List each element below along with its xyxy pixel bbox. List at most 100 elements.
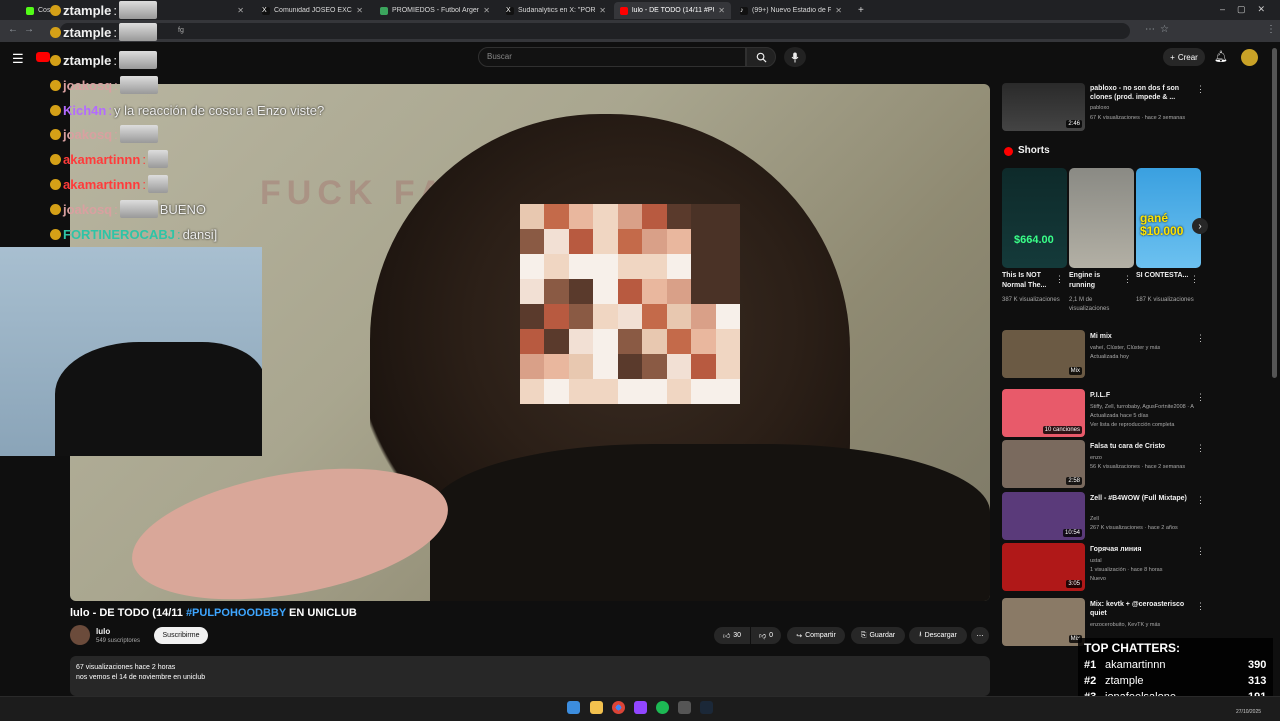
pixel-block <box>715 254 740 279</box>
window-controls[interactable]: –▢✕ <box>1220 4 1277 15</box>
chrome-icon[interactable] <box>612 701 625 714</box>
browser-tab[interactable]: X Sudanalytics en X: "POR FAVOR ✕ <box>500 2 612 19</box>
rec-thumbnail[interactable]: 10 canciones <box>1002 389 1085 437</box>
windows-start-icon[interactable] <box>567 701 580 714</box>
close-icon[interactable]: ✕ <box>237 6 244 15</box>
save-button[interactable]: ⎘ Guardar <box>851 627 905 644</box>
search-icon <box>756 52 767 63</box>
browser-tab-active[interactable]: lulo - DE TODO (14/11 #PU ✕ <box>614 2 731 19</box>
short-menu-icon[interactable]: ⋮ <box>1123 274 1132 285</box>
notifications-bell-icon[interactable]: 🔔︎ <box>1214 50 1228 63</box>
forward-icon[interactable]: → <box>24 24 34 35</box>
close-icon[interactable]: ✕ <box>718 6 725 15</box>
rec-menu-icon[interactable]: ⋮ <box>1196 84 1205 95</box>
hashtag-link[interactable]: #PULPOHOODBBY <box>186 607 286 619</box>
close-icon[interactable]: ✕ <box>483 6 490 15</box>
rec-menu-icon[interactable]: ⋮ <box>1196 546 1205 557</box>
channel-avatar[interactable] <box>70 625 90 645</box>
rec-meta: 267 K visualizaciones · hace 2 años <box>1090 525 1178 531</box>
create-button[interactable]: + Crear <box>1163 48 1205 66</box>
url-bar[interactable]: fg <box>60 23 1130 39</box>
rec-title[interactable]: Zell - #B4WOW (Full Mixtape) <box>1090 494 1196 503</box>
rec-menu-icon[interactable]: ⋮ <box>1196 601 1205 612</box>
pixel-block <box>666 379 692 404</box>
pixel-block <box>715 304 740 329</box>
rec-thumbnail[interactable]: 2:46 <box>1002 83 1085 131</box>
bookmark-star-icon[interactable]: ☆ <box>1160 24 1169 35</box>
chat-badge-icon <box>50 128 61 140</box>
chatter-rank: #1 <box>1084 659 1097 671</box>
chat-separator: : <box>113 2 118 18</box>
chat-badge-icon <box>50 26 61 38</box>
hamburger-menu-icon[interactable]: ☰ <box>12 51 24 67</box>
short-title[interactable]: Engine is running <box>1069 271 1124 291</box>
rec-menu-icon[interactable]: ⋮ <box>1196 333 1205 344</box>
rec-title[interactable]: Mi mix <box>1090 332 1196 341</box>
short-menu-icon[interactable]: ⋮ <box>1055 274 1064 285</box>
rec-menu-icon[interactable]: ⋮ <box>1196 443 1205 454</box>
chat-username: ztample <box>63 52 112 68</box>
rec-title[interactable]: Горячая линия <box>1090 545 1196 554</box>
file-explorer-icon[interactable] <box>590 701 603 714</box>
chat-message: ztample: <box>50 0 158 20</box>
pixel-block <box>691 279 716 304</box>
search-button[interactable] <box>746 47 776 67</box>
short-thumbnail[interactable]: $664.00 <box>1002 168 1067 268</box>
extensions-icon[interactable]: ⋯ <box>1145 24 1155 35</box>
scrollbar[interactable] <box>1272 48 1277 378</box>
rec-menu-icon[interactable]: ⋮ <box>1196 392 1205 403</box>
subscribe-button[interactable]: Suscribirme <box>154 627 208 644</box>
more-actions-button[interactable]: ⋯ <box>971 627 989 644</box>
dislike-button[interactable]: 👎︎ 0 <box>751 627 781 644</box>
rec-title[interactable]: Falsa tu cara de Cristo <box>1090 442 1196 451</box>
short-menu-icon[interactable]: ⋮ <box>1190 274 1199 285</box>
short-thumbnail[interactable] <box>1069 168 1134 268</box>
pixel-block <box>666 354 692 379</box>
spotify-icon[interactable] <box>656 701 669 714</box>
close-icon[interactable]: ✕ <box>356 6 363 15</box>
channel-name[interactable]: lulo <box>96 627 110 636</box>
chat-text: y la reacción de coscu a Enzo viste? <box>113 102 325 118</box>
obs-icon[interactable] <box>634 701 647 714</box>
steam-icon[interactable] <box>700 701 713 714</box>
rec-title[interactable]: Mix: kevtk + @ceroasterisco quiet <box>1090 600 1196 618</box>
short-title[interactable]: SI CONTESTA... <box>1136 271 1191 281</box>
browser-menu-icon[interactable]: ⋮ <box>1266 24 1276 35</box>
browser-tab[interactable]: PROMIEDOS - Futbol Argentino ✕ <box>374 2 496 19</box>
close-icon[interactable]: ✕ <box>599 6 606 15</box>
rec-channel[interactable]: pabloxo <box>1090 104 1200 112</box>
close-icon[interactable]: ✕ <box>835 6 842 15</box>
share-button[interactable]: ↪ Compartir <box>787 627 845 644</box>
rec-thumbnail[interactable]: Mix <box>1002 330 1085 378</box>
like-button[interactable]: 👍︎ 30 <box>714 627 750 644</box>
back-icon[interactable]: ← <box>8 24 18 35</box>
browser-tab[interactable]: X Comunidad JOSEO EXCLUSIVE ✕ <box>256 2 369 19</box>
chat-emote <box>119 51 158 69</box>
voice-search-button[interactable] <box>784 47 806 67</box>
pixel-block <box>666 254 692 279</box>
rec-thumbnail[interactable]: 2:58 <box>1002 440 1085 488</box>
chat-separator: : <box>114 77 118 93</box>
rec-title[interactable]: pabloxo - no son dos f son clones (prod.… <box>1090 84 1196 102</box>
pixel-block <box>642 279 667 304</box>
app-icon[interactable] <box>678 701 691 714</box>
rec-duration-badge: 10:54 <box>1062 529 1082 537</box>
search-input[interactable]: Buscar <box>478 47 746 67</box>
new-tab-button[interactable]: + <box>852 2 868 19</box>
rec-menu-icon[interactable]: ⋮ <box>1196 495 1205 506</box>
youtube-logo-icon[interactable] <box>36 52 50 62</box>
short-title[interactable]: This Is NOT Normal The... <box>1002 271 1057 291</box>
short-overlay-text: gané $10.000 <box>1140 211 1184 238</box>
shorts-next-button[interactable]: › <box>1192 218 1208 234</box>
rec-thumbnail[interactable]: 10:54 <box>1002 492 1085 540</box>
rec-title[interactable]: P.I.L.F <box>1090 391 1196 400</box>
description-box[interactable] <box>70 656 990 696</box>
short-thumbnail[interactable]: gané $10.000 <box>1136 168 1201 268</box>
avatar[interactable] <box>1241 49 1258 66</box>
rec-thumbnail[interactable]: Mix <box>1002 598 1085 646</box>
rec-thumbnail[interactable]: 3:05 <box>1002 543 1085 591</box>
chat-username: joakosq <box>63 201 113 217</box>
browser-tab[interactable]: ♪ (99+) Nuevo Estadio de Fútbol ✕ <box>734 2 848 19</box>
download-button[interactable]: ⭳ Descargar <box>909 627 967 644</box>
pixel-block <box>520 379 545 404</box>
